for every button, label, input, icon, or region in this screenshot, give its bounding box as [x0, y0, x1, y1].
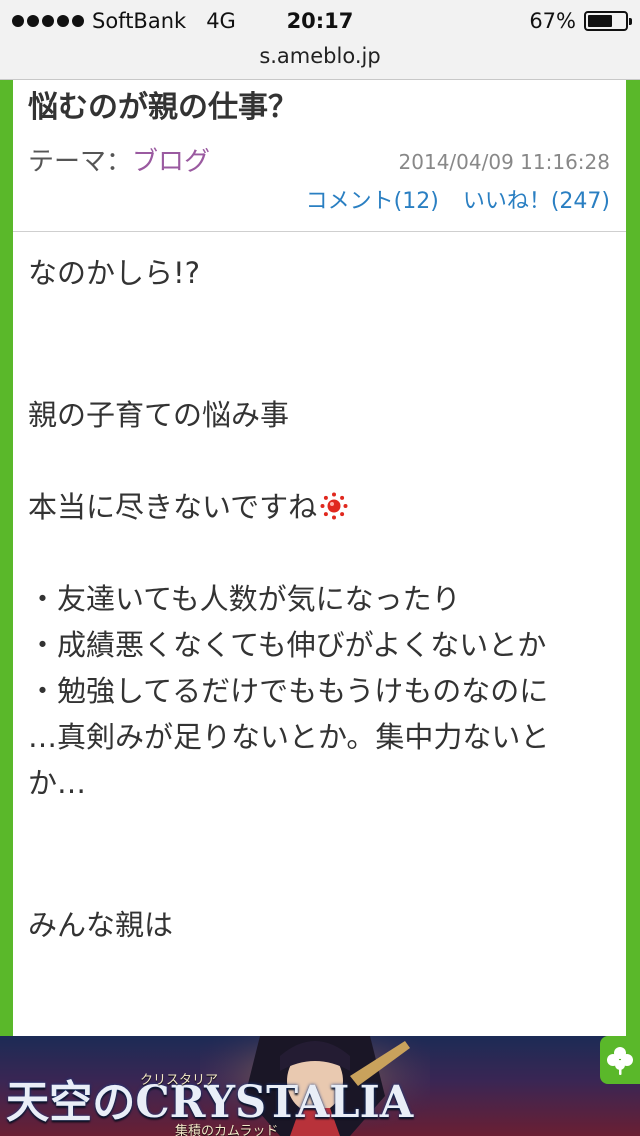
- body-line: ・成績悪くなくても伸びがよくないとか: [28, 628, 547, 662]
- green-frame-right: [626, 80, 640, 1036]
- comment-link[interactable]: コメント(12): [306, 189, 439, 214]
- body-line: ・友達いても人数が気になったり: [28, 582, 461, 616]
- url-text[interactable]: s.ameblo.jp: [259, 44, 380, 68]
- article-body: なのかしら!? 親の子育ての悩み事 本当に尽きないですね ・友達いても人数が気に…: [28, 250, 618, 948]
- body-line: か…: [28, 766, 87, 800]
- clover-icon: [607, 1047, 633, 1075]
- signal-strength-icon: [12, 15, 84, 27]
- status-left: SoftBank 4G: [12, 6, 236, 36]
- article-meta-links: コメント(12) いいね！(247): [306, 187, 610, 217]
- post-date: 2014/04/09 11:16:28: [398, 150, 610, 174]
- carrier-name: SoftBank: [92, 9, 187, 33]
- network-type: 4G: [206, 9, 236, 33]
- body-line: なのかしら!?: [28, 256, 201, 290]
- like-link[interactable]: いいね！(247): [463, 189, 610, 214]
- body-line: ・勉強してるだけでももうけものなのに: [28, 674, 549, 708]
- status-bar: SoftBank 4G 20:17 67%: [0, 0, 640, 42]
- body-line: 親の子育ての悩み事: [28, 398, 290, 432]
- battery-level: [588, 15, 613, 27]
- theme-row: テーマ：ブログ: [28, 144, 210, 180]
- battery-icon: [584, 11, 632, 31]
- green-frame-left: [0, 80, 13, 1036]
- body-line: みんな親は: [28, 908, 174, 942]
- body-line-with-emoji: 本当に尽きないですね: [28, 484, 618, 530]
- battery-percentage: 67%: [529, 9, 576, 33]
- body-line: …真剣みが足りないとか。集中力ないと: [28, 720, 550, 754]
- ad-logo-subtitle: 集積のカムラッド: [175, 1124, 279, 1136]
- ad-logo-ruby: クリスタリア: [140, 1073, 219, 1088]
- status-right: 67%: [529, 6, 632, 36]
- header-divider: [13, 231, 626, 232]
- ad-banner[interactable]: 天空のCRYSTALIA クリスタリア 集積のカムラッド: [0, 1036, 640, 1136]
- address-bar[interactable]: s.ameblo.jp: [0, 42, 640, 80]
- article-title: 悩むのが親の仕事？: [28, 90, 298, 125]
- theme-label: テーマ：: [28, 147, 133, 177]
- sun-emoji-icon: [320, 492, 348, 520]
- ad-corner-button[interactable]: [600, 1036, 640, 1084]
- body-line: 本当に尽きないですね: [28, 490, 318, 524]
- theme-link[interactable]: ブログ: [132, 147, 210, 177]
